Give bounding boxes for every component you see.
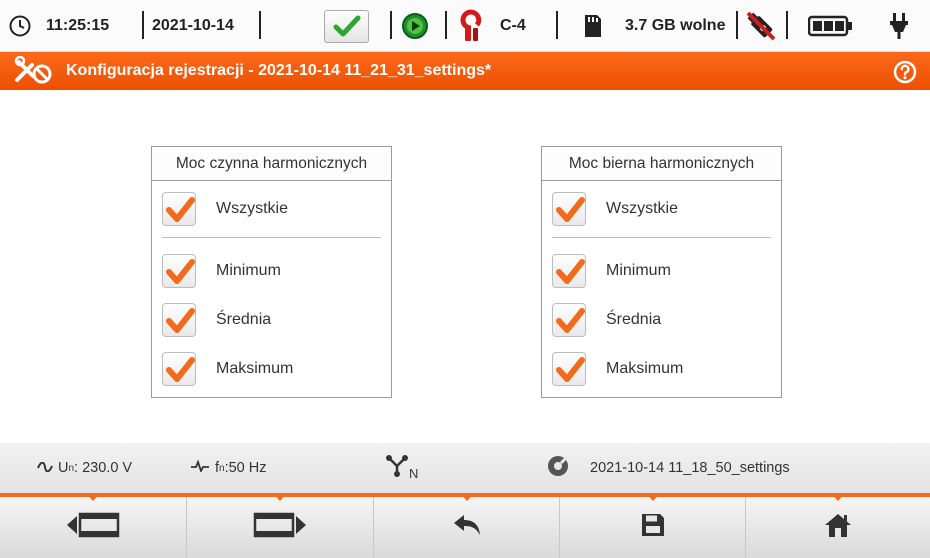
option-all[interactable]: Wszystkie	[552, 192, 678, 226]
save-disk-icon	[640, 512, 666, 543]
option-label: Maksimum	[606, 360, 684, 377]
status-divider	[445, 11, 447, 39]
home-icon	[824, 512, 852, 543]
option-label: Wszystkie	[216, 200, 288, 217]
option-label: Minimum	[606, 262, 671, 279]
checkbox-all[interactable]	[552, 192, 586, 226]
option-label: Minimum	[216, 262, 281, 279]
sd-card-icon	[584, 0, 602, 52]
frequency-value: :50 Hz	[224, 460, 267, 476]
settings-file: 2021-10-14 11_18_50_settings	[546, 443, 790, 493]
storage-free-label: 3.7 GB wolne	[625, 17, 726, 34]
settings-wrench-icon	[546, 454, 570, 482]
checkbox-average[interactable]	[162, 303, 196, 337]
save-button[interactable]	[560, 493, 746, 558]
reactive-harmonics-power-panel: Moc bierna harmonicznych Wszystkie Minim…	[541, 146, 782, 398]
status-divider	[736, 11, 738, 39]
usb-disconnected-icon	[744, 0, 778, 52]
option-label: Średnia	[216, 311, 272, 328]
voltage-label: U	[58, 460, 69, 476]
page-title: Konfiguracja rejestracji - 2021-10-14 11…	[66, 62, 492, 79]
status-divider	[259, 11, 261, 39]
back-button[interactable]	[374, 493, 560, 558]
current-clamp-icon	[460, 0, 482, 52]
divider	[162, 237, 381, 238]
panel-title: Moc bierna harmonicznych	[542, 147, 781, 181]
button-notch	[459, 493, 474, 501]
power-plug-icon	[888, 0, 910, 52]
status-time: 11:25:15	[46, 17, 110, 34]
option-maximum[interactable]: Maksimum	[552, 352, 683, 386]
clamp-type-label: C-4	[500, 17, 526, 34]
option-maximum[interactable]: Maksimum	[162, 352, 293, 386]
info-bar: Un: 230.0 V f n:50 Hz N 2021-10-14 11_18_…	[0, 443, 930, 493]
button-notch	[645, 493, 660, 501]
checkbox-minimum[interactable]	[552, 254, 586, 288]
settings-file-name: 2021-10-14 11_18_50_settings	[590, 460, 790, 476]
status-date: 2021-10-14	[152, 17, 234, 34]
ok-check-icon[interactable]	[324, 0, 369, 52]
checkbox-maximum[interactable]	[552, 352, 586, 386]
back-arrow-icon	[452, 513, 482, 542]
option-average[interactable]: Średnia	[162, 303, 271, 337]
active-harmonics-power-panel: Moc czynna harmonicznych Wszystkie Minim…	[151, 146, 392, 398]
button-notch	[831, 493, 845, 501]
frequency-pulse-icon	[190, 459, 210, 476]
option-label: Średnia	[606, 311, 662, 328]
divider	[552, 237, 771, 238]
ac-wave-icon	[37, 460, 53, 476]
network-y-icon	[385, 453, 409, 483]
help-icon[interactable]	[893, 60, 917, 89]
next-screen-button[interactable]	[187, 493, 374, 558]
status-divider	[142, 11, 144, 39]
checkbox-all[interactable]	[162, 192, 196, 226]
button-notch	[86, 493, 100, 501]
option-label: Wszystkie	[606, 200, 678, 217]
title-bar: Konfiguracja rejestracji - 2021-10-14 11…	[0, 52, 930, 90]
clock-icon	[8, 0, 32, 52]
voltage-value: : 230.0 V	[74, 460, 133, 476]
option-all[interactable]: Wszystkie	[162, 192, 288, 226]
prev-screen-button[interactable]	[0, 493, 187, 558]
next-screen-icon	[252, 512, 308, 543]
prev-screen-icon	[65, 512, 121, 543]
network-subscript: N	[409, 465, 419, 481]
status-bar: 11:25:15 2021-10-14 C-4 3.7 GB wolne	[0, 0, 930, 52]
nominal-voltage: Un: 230.0 V	[37, 443, 132, 493]
recording-play-icon	[401, 0, 429, 52]
battery-icon	[808, 0, 854, 52]
status-divider	[786, 11, 788, 39]
network-type: N	[385, 443, 418, 493]
option-minimum[interactable]: Minimum	[162, 254, 281, 288]
status-divider	[556, 11, 558, 39]
settings-tools-icon	[14, 55, 54, 91]
checkbox-maximum[interactable]	[162, 352, 196, 386]
option-label: Maksimum	[216, 360, 294, 377]
checkbox-average[interactable]	[552, 303, 586, 337]
home-button[interactable]	[746, 493, 930, 558]
panel-title: Moc czynna harmonicznych	[152, 147, 391, 181]
status-divider	[390, 11, 392, 39]
nominal-frequency: f n:50 Hz	[190, 443, 267, 493]
bottom-navigation	[0, 493, 930, 558]
checkbox-minimum[interactable]	[162, 254, 196, 288]
button-notch	[273, 493, 287, 501]
option-minimum[interactable]: Minimum	[552, 254, 671, 288]
option-average[interactable]: Średnia	[552, 303, 661, 337]
